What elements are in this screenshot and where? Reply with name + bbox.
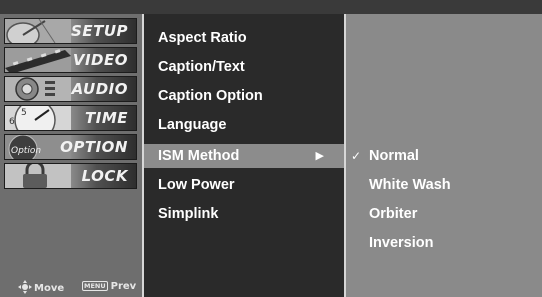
- svg-text:Option: Option: [11, 146, 41, 156]
- sidebar-item-label: OPTION: [60, 138, 128, 156]
- submenu-item-orbiter[interactable]: Orbiter: [346, 202, 542, 226]
- sidebar-item-setup[interactable]: SETUP: [4, 18, 137, 44]
- tv-menu-screen: SETUP VIDEO AUDIO 6 5 TIME Option OPTION…: [0, 0, 542, 297]
- sidebar-item-label: LOCK: [81, 167, 128, 185]
- sidebar-item-video[interactable]: VIDEO: [4, 47, 137, 73]
- sidebar-item-label: SETUP: [71, 22, 128, 40]
- category-sidebar: SETUP VIDEO AUDIO 6 5 TIME Option OPTION…: [0, 14, 142, 297]
- option-menu-panel: Aspect Ratio Caption/Text Caption Option…: [142, 14, 346, 297]
- submenu-item-label: Inversion: [369, 235, 434, 251]
- menu-item-caption-text[interactable]: Caption/Text: [144, 55, 344, 79]
- sidebar-item-lock[interactable]: LOCK: [4, 163, 137, 189]
- checkmark-icon: ✓: [351, 149, 362, 163]
- lock-icon: [5, 164, 71, 188]
- prev-hint-label: Prev: [110, 281, 137, 292]
- submenu-item-white-wash[interactable]: White Wash: [346, 173, 542, 197]
- prev-hint: MENU Prev: [82, 280, 136, 294]
- clock-icon: 6 5: [5, 106, 71, 130]
- submenu-item-label: Orbiter: [369, 206, 418, 222]
- sidebar-item-label: AUDIO: [71, 80, 128, 98]
- sidebar-item-label: TIME: [85, 109, 128, 127]
- menu-item-label: Low Power: [158, 177, 235, 193]
- submenu-item-normal[interactable]: ✓ Normal: [346, 144, 542, 168]
- move-hint: Move: [18, 280, 64, 294]
- satellite-dish-icon: [5, 19, 71, 43]
- menu-item-caption-option[interactable]: Caption Option: [144, 84, 344, 108]
- menu-item-ism-method[interactable]: ISM Method ▶: [144, 144, 344, 168]
- dpad-icon: [18, 280, 32, 294]
- sidebar-item-label: VIDEO: [72, 51, 128, 69]
- menu-item-language[interactable]: Language: [144, 113, 344, 137]
- menu-item-label: Caption/Text: [158, 59, 245, 75]
- ism-method-submenu: ✓ Normal White Wash Orbiter Inversion: [346, 14, 542, 297]
- menu-item-simplink[interactable]: Simplink: [144, 202, 344, 226]
- menu-item-label: ISM Method: [158, 148, 240, 164]
- menu-item-aspect-ratio[interactable]: Aspect Ratio: [144, 26, 344, 50]
- submenu-item-inversion[interactable]: Inversion: [346, 231, 542, 255]
- menu-item-low-power[interactable]: Low Power: [144, 173, 344, 197]
- submenu-arrow-icon: ▶: [315, 150, 324, 162]
- submenu-item-label: Normal: [369, 148, 419, 164]
- menu-item-label: Aspect Ratio: [158, 30, 247, 46]
- menu-item-label: Caption Option: [158, 88, 263, 104]
- submenu-item-label: White Wash: [369, 177, 451, 193]
- menu-item-label: Language: [158, 117, 227, 133]
- sidebar-item-time[interactable]: 6 5 TIME: [4, 105, 137, 131]
- menu-item-label: Simplink: [158, 206, 219, 222]
- move-hint-label: Move: [34, 283, 65, 294]
- svg-text:5: 5: [21, 108, 27, 118]
- menu-key-icon: MENU: [82, 281, 108, 291]
- sidebar-item-option[interactable]: Option OPTION: [4, 134, 137, 160]
- svg-text:6: 6: [9, 117, 15, 127]
- film-reel-icon: [5, 48, 71, 72]
- speaker-icon: [5, 77, 71, 101]
- top-strip: [0, 0, 542, 14]
- sidebar-item-audio[interactable]: AUDIO: [4, 76, 137, 102]
